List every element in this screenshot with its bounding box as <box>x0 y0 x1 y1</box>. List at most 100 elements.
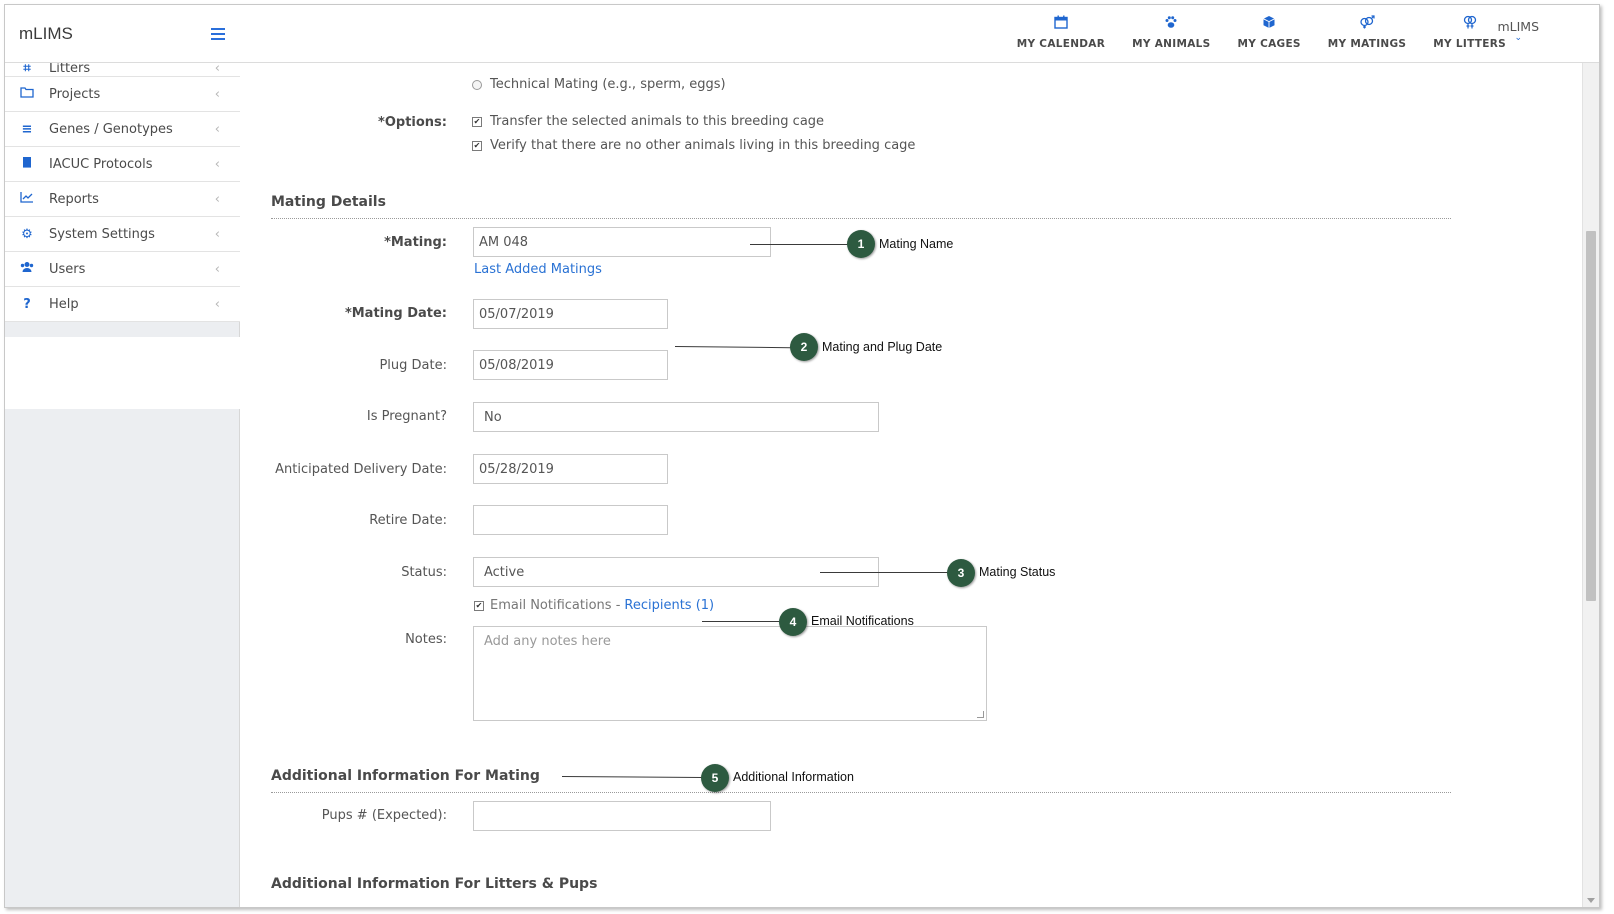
option-transfer[interactable]: ✔ Transfer the selected animals to this … <box>472 114 824 129</box>
chevron-left-icon: ‹ <box>214 261 220 277</box>
sidebar-blank <box>5 337 240 409</box>
callout-leader-3 <box>820 572 948 573</box>
brand-logo: mLIMS <box>19 24 73 43</box>
user-name: mLIMS <box>1497 19 1539 34</box>
email-notifications[interactable]: ✔ Email Notifications - Recipients (1) <box>474 598 714 613</box>
folder-icon <box>20 86 34 102</box>
sidebar-item-system-settings[interactable]: ⚙ System Settings ‹ <box>5 217 240 252</box>
chevron-left-icon: ‹ <box>214 296 220 312</box>
callout-badge-4: 4 <box>779 608 807 636</box>
chevron-left-icon: ‹ <box>214 63 220 76</box>
sidebar-item-litters[interactable]: ⌗ Litters ‹ <box>5 63 240 77</box>
pups-input[interactable] <box>473 801 771 831</box>
topbar: MY CALENDAR MY ANIMALS MY CAGES MY MATIN… <box>240 5 1599 63</box>
mating-date-input[interactable]: 05/07/2019 <box>473 299 668 329</box>
chevron-left-icon: ‹ <box>214 226 220 242</box>
sidebar-header: mLIMS <box>5 5 240 63</box>
sidebar-item-label: IACUC Protocols <box>49 156 153 172</box>
user-menu[interactable]: mLIMS ⌄ <box>1497 19 1539 43</box>
litters-pups-section-title: Additional Information For Litters & Pup… <box>271 876 598 892</box>
status-select[interactable]: Active <box>473 557 879 587</box>
callout-badge-2: 2 <box>790 333 818 361</box>
status-value: Active <box>484 564 525 580</box>
callout-label-1: Mating Name <box>879 237 954 251</box>
technical-mating-option[interactable]: Technical Mating (e.g., sperm, eggs) <box>472 77 726 92</box>
mating-name-input[interactable]: AM 048 <box>473 227 771 257</box>
pregnant-select[interactable]: No <box>473 402 879 432</box>
plug-date-input[interactable]: 05/08/2019 <box>473 350 668 380</box>
chevron-left-icon: ‹ <box>214 86 220 102</box>
scroll-down-arrow-icon[interactable] <box>1587 898 1595 903</box>
notes-textarea[interactable]: Add any notes here <box>473 626 987 721</box>
callout-leader-2 <box>674 346 791 349</box>
nav-my-animals[interactable]: MY ANIMALS <box>1132 15 1210 50</box>
checkbox[interactable]: ✔ <box>472 140 482 151</box>
checkbox[interactable]: ✔ <box>472 116 482 127</box>
chevron-left-icon: ‹ <box>214 156 220 172</box>
resize-handle-icon[interactable] <box>977 711 984 718</box>
plug-date-label: Plug Date: <box>379 358 447 373</box>
mating-name-value: AM 048 <box>479 234 529 250</box>
sidebar: ⌗ Litters ‹ Projects ‹ ≡ Genes / Genotyp… <box>5 5 240 907</box>
hamburger-menu-icon[interactable] <box>211 28 225 40</box>
radio-button[interactable] <box>472 79 482 90</box>
sidebar-item-help[interactable]: ? Help ‹ <box>5 287 240 322</box>
users-icon <box>20 261 34 277</box>
mating-date-value: 05/07/2019 <box>479 306 554 322</box>
callout-leader-5 <box>561 776 703 778</box>
sidebar-item-label: Users <box>49 261 86 277</box>
callout-leader-1 <box>750 244 848 245</box>
sidebar-item-reports[interactable]: Reports ‹ <box>5 182 240 217</box>
nav-my-matings[interactable]: MY MATINGS <box>1328 15 1407 50</box>
callout-badge-1: 1 <box>847 230 875 258</box>
sidebar-item-users[interactable]: Users ‹ <box>5 252 240 287</box>
sidebar-item-label: Help <box>49 296 79 312</box>
callout-label-4: Email Notifications <box>811 614 914 628</box>
callout-label-2: Mating and Plug Date <box>822 340 943 354</box>
mating-label: *Mating: <box>384 235 447 250</box>
nav-my-calendar[interactable]: MY CALENDAR <box>1017 15 1105 50</box>
vertical-scrollbar[interactable] <box>1582 63 1599 907</box>
retire-date-input[interactable] <box>473 505 668 535</box>
status-label: Status: <box>401 565 447 580</box>
nav-label: MY ANIMALS <box>1132 38 1211 50</box>
pregnant-label: Is Pregnant? <box>366 409 447 424</box>
technical-mating-label: Technical Mating (e.g., sperm, eggs) <box>490 77 726 92</box>
nav-label: MY CALENDAR <box>1016 38 1106 50</box>
option-transfer-label: Transfer the selected animals to this br… <box>490 114 825 129</box>
sidebar-item-projects[interactable]: Projects ‹ <box>5 77 240 112</box>
notes-label: Notes: <box>405 632 447 647</box>
sidebar-item-label: Reports <box>49 191 99 207</box>
sidebar-item-label: Projects <box>49 86 101 102</box>
delivery-date-value: 05/28/2019 <box>479 461 554 477</box>
callout-label-5: Additional Information <box>733 770 854 784</box>
sidebar-item-iacuc[interactable]: IACUC Protocols ‹ <box>5 147 240 182</box>
sidebar-item-genes[interactable]: ≡ Genes / Genotypes ‹ <box>5 112 240 147</box>
main-content: Technical Mating (e.g., sperm, eggs) *Op… <box>240 63 1582 907</box>
delivery-date-input[interactable]: 05/28/2019 <box>473 454 668 484</box>
litter-icon: ⌗ <box>23 63 31 76</box>
mating-date-label: *Mating Date: <box>344 306 447 321</box>
sidebar-item-label: System Settings <box>49 226 155 242</box>
nav-label: MY CAGES <box>1237 38 1301 50</box>
additional-info-title: Additional Information For Mating <box>271 768 540 784</box>
book-icon <box>20 156 34 173</box>
options-label: *Options: <box>378 115 447 130</box>
scrollbar-thumb[interactable] <box>1586 231 1596 601</box>
sidebar-item-label: Genes / Genotypes <box>49 121 173 137</box>
option-verify[interactable]: ✔ Verify that there are no other animals… <box>472 138 915 153</box>
question-icon: ? <box>23 296 31 312</box>
plug-date-value: 05/08/2019 <box>479 357 554 373</box>
nav-my-litters[interactable]: MY LITTERS <box>1433 15 1506 50</box>
calendar-icon <box>1017 15 1105 33</box>
recipients-link[interactable]: Recipients (1) <box>624 598 714 613</box>
last-added-matings-link[interactable]: Last Added Matings <box>474 262 602 277</box>
checkbox[interactable]: ✔ <box>474 600 484 611</box>
chevron-left-icon: ‹ <box>214 191 220 207</box>
app-window: ⌗ Litters ‹ Projects ‹ ≡ Genes / Genotyp… <box>4 4 1600 908</box>
option-verify-label: Verify that there are no other animals l… <box>490 138 916 153</box>
callout-leader-4 <box>702 621 780 622</box>
callout-label-3: Mating Status <box>979 565 1056 579</box>
nav-my-cages[interactable]: MY CAGES <box>1237 15 1300 50</box>
chevron-left-icon: ‹ <box>214 121 220 137</box>
